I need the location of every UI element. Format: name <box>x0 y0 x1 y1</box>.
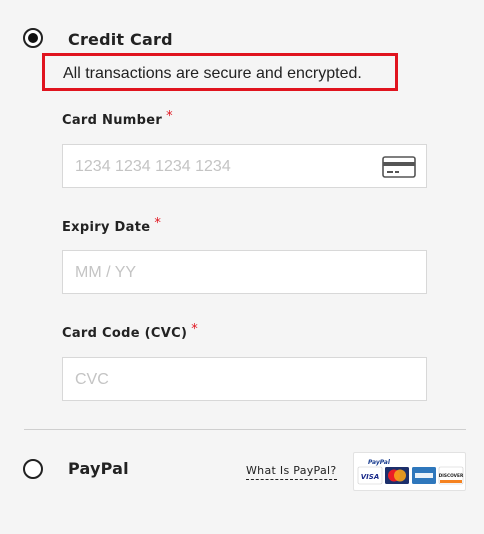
divider <box>24 429 466 430</box>
paypal-radio[interactable] <box>23 459 43 479</box>
card-code-input[interactable]: CVC <box>62 357 427 401</box>
expiry-date-label-text: Expiry Date <box>62 220 151 235</box>
expiry-date-placeholder: MM / YY <box>75 264 137 281</box>
expiry-date-input[interactable]: MM / YY <box>62 250 427 294</box>
paypal-badge: PayPal VISA DISCOVER <box>353 452 466 491</box>
credit-card-icon <box>382 156 416 178</box>
card-number-input[interactable]: 1234 1234 1234 1234 <box>62 144 427 188</box>
discover-card: DISCOVER <box>439 473 464 479</box>
card-code-label-text: Card Code (CVC) <box>62 326 188 341</box>
credit-card-label[interactable]: Credit Card <box>68 30 173 49</box>
paypal-brand: PayPal <box>368 459 391 466</box>
card-number-label: Card Number * <box>62 109 173 128</box>
paypal-label[interactable]: PayPal <box>68 459 129 478</box>
paypal-acceptance-mark: PayPal VISA DISCOVER <box>357 459 464 485</box>
visa-card: VISA <box>361 473 379 481</box>
required-mark: * <box>166 109 173 124</box>
card-number-label-text: Card Number <box>62 113 163 128</box>
required-mark: * <box>191 322 199 337</box>
expiry-date-label: Expiry Date * <box>62 216 161 235</box>
card-number-placeholder: 1234 1234 1234 1234 <box>75 158 231 175</box>
card-code-label: Card Code (CVC) * <box>62 322 198 341</box>
secure-message: All transactions are secure and encrypte… <box>42 53 398 91</box>
what-is-paypal-link[interactable]: What Is PayPal? <box>246 464 337 480</box>
required-mark: * <box>154 216 162 231</box>
credit-card-radio[interactable] <box>23 28 43 48</box>
card-code-placeholder: CVC <box>75 371 109 388</box>
